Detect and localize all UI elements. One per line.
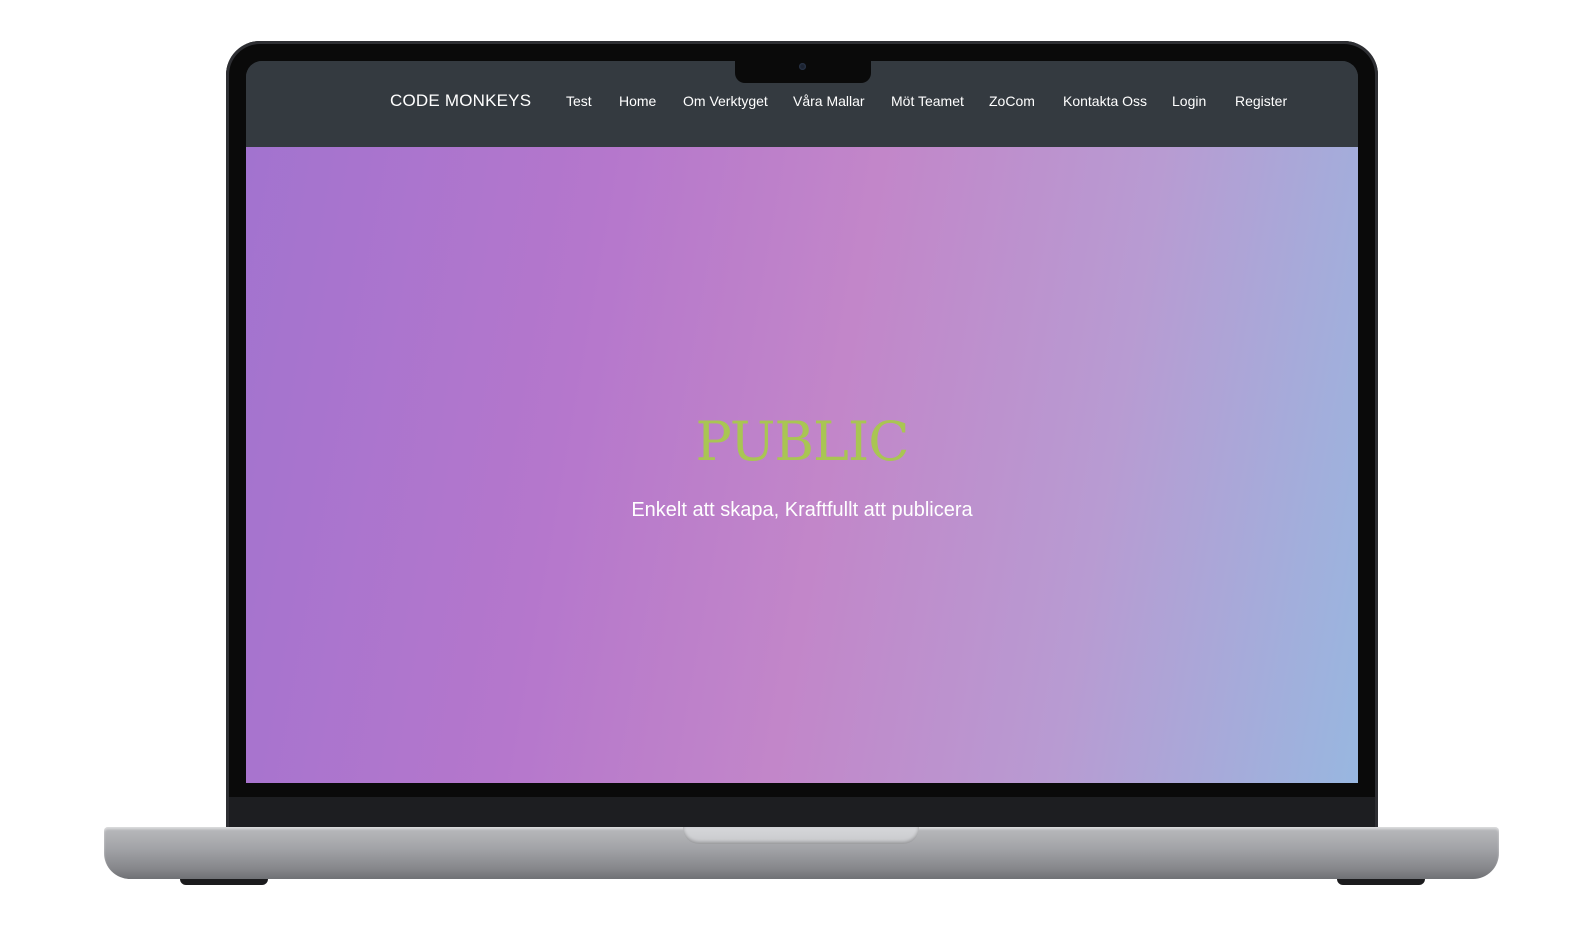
nav-item-kontakta-oss[interactable]: Kontakta Oss <box>1063 93 1147 109</box>
laptop-foot-left <box>180 879 268 885</box>
hero-subtitle: Enkelt att skapa, Kraftfullt att publice… <box>631 499 973 521</box>
camera-notch <box>735 60 871 83</box>
nav-item-home[interactable]: Home <box>619 93 656 109</box>
laptop-hinge <box>229 797 1375 831</box>
nav-item-vara-mallar[interactable]: Våra Mallar <box>793 93 865 109</box>
nav-item-zocom[interactable]: ZoCom <box>989 93 1035 109</box>
nav-item-register[interactable]: Register <box>1235 93 1287 109</box>
nav-item-mot-teamet[interactable]: Möt Teamet <box>891 93 964 109</box>
laptop-screen: CODE MONKEYS Test Home Om Verktyget Våra… <box>246 61 1358 783</box>
nav-links: Test Home Om Verktyget Våra Mallar Möt T… <box>246 93 1358 113</box>
hero-title: PUBLIC <box>695 410 909 473</box>
laptop-mockup: CODE MONKEYS Test Home Om Verktyget Våra… <box>0 0 1595 931</box>
nav-item-test[interactable]: Test <box>566 93 592 109</box>
hero-section: PUBLIC Enkelt att skapa, Kraftfullt att … <box>246 147 1358 783</box>
nav-item-om-verktyget[interactable]: Om Verktyget <box>683 93 768 109</box>
laptop-opening-groove <box>683 827 919 844</box>
nav-item-login[interactable]: Login <box>1172 93 1206 109</box>
camera-icon <box>799 63 806 70</box>
laptop-foot-right <box>1337 879 1425 885</box>
